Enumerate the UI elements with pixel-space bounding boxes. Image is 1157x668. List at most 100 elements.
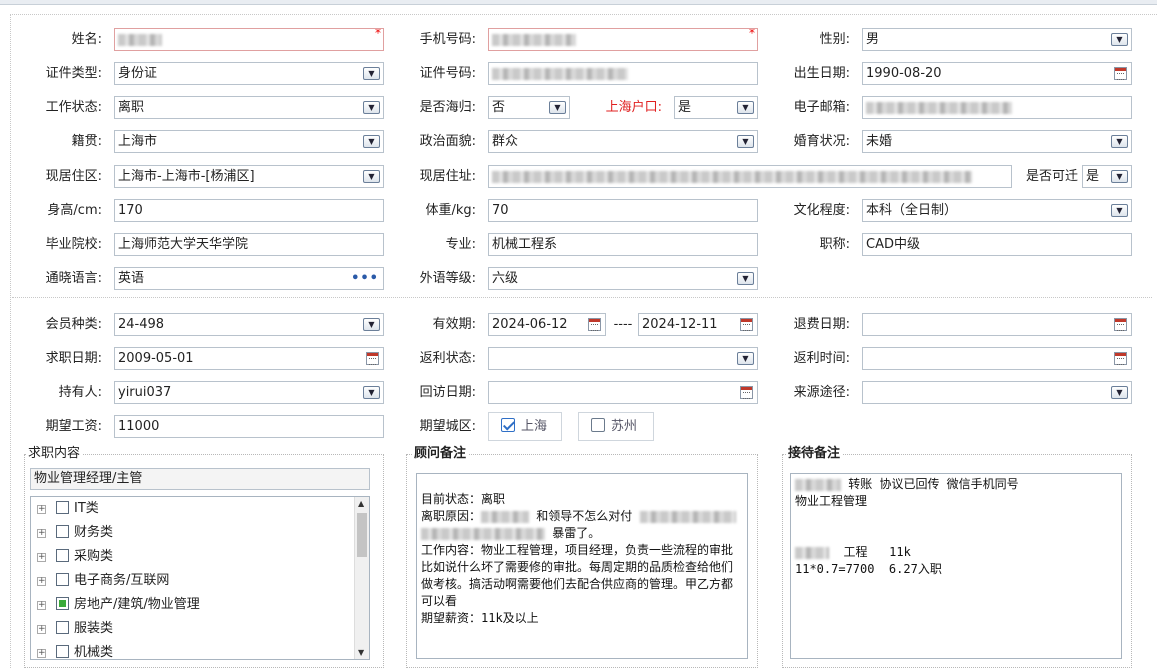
selected-job-field[interactable]: 物业管理经理/主管: [30, 468, 370, 490]
native-select[interactable]: 上海市 ▼: [114, 130, 384, 153]
expand-icon[interactable]: +: [37, 505, 46, 514]
political-select[interactable]: 群众 ▼: [488, 130, 758, 153]
school-value: 上海师范大学天华学院: [118, 237, 249, 252]
checkbox-icon[interactable]: [56, 645, 69, 658]
job-date-label: 求职日期:: [45, 351, 102, 366]
validity-end-field[interactable]: 2024-12-11: [638, 313, 758, 336]
calendar-icon[interactable]: [366, 352, 379, 365]
movable-select[interactable]: 是 ▼: [1082, 165, 1132, 188]
checkbox-icon[interactable]: [56, 525, 69, 538]
scroll-up-icon[interactable]: ▲: [358, 499, 364, 508]
work-status-select[interactable]: 离职 ▼: [114, 96, 384, 119]
tree-scrollbar[interactable]: ▲ ▼: [354, 497, 369, 659]
chevron-down-icon[interactable]: ▼: [363, 170, 380, 183]
overseas-select[interactable]: 否 ▼: [488, 96, 570, 119]
name-field[interactable]: *: [114, 28, 384, 51]
height-field[interactable]: 170: [114, 199, 384, 222]
chevron-down-icon[interactable]: ▼: [737, 272, 754, 285]
education-select[interactable]: 本科（全日制） ▼: [862, 199, 1132, 222]
chevron-down-icon[interactable]: ▼: [363, 318, 380, 331]
chevron-down-icon[interactable]: ▼: [363, 101, 380, 114]
chevron-down-icon[interactable]: ▼: [1111, 204, 1128, 217]
chevron-down-icon[interactable]: ▼: [737, 135, 754, 148]
checkbox-icon[interactable]: [56, 549, 69, 562]
tree-node[interactable]: + 房地产/建筑/物业管理: [37, 595, 200, 615]
chevron-down-icon[interactable]: ▼: [737, 101, 754, 114]
tree-node[interactable]: + IT类: [37, 499, 99, 519]
checkbox-icon[interactable]: [56, 621, 69, 634]
district-select[interactable]: 上海市-上海市-[杨浦区] ▼: [114, 165, 384, 188]
checkbox-partial-icon[interactable]: [56, 597, 69, 610]
job-category-tree[interactable]: + IT类 + 财务类 + 采购类 + 电子商务/互联网 + 房地产/建筑/物业管理 + 服…: [30, 496, 370, 660]
title-field[interactable]: CAD中级: [862, 233, 1132, 256]
salary-field[interactable]: 11000: [114, 415, 384, 438]
chevron-down-icon[interactable]: ▼: [1111, 386, 1128, 399]
reception-notes-textarea[interactable]: 转账 协议已回传 微信手机同号 物业工程管理 工程 11k 11*0.7=7700 …: [790, 473, 1122, 659]
gender-select[interactable]: 男 ▼: [862, 28, 1132, 51]
tree-node[interactable]: + 服装类: [37, 619, 113, 639]
expand-icon[interactable]: +: [37, 577, 46, 586]
birth-date-field[interactable]: 1990-08-20: [862, 62, 1132, 85]
holder-select[interactable]: yirui037 ▼: [114, 381, 384, 404]
tree-node-label: IT类: [74, 501, 99, 516]
calendar-icon[interactable]: [1114, 352, 1127, 365]
tree-node[interactable]: + 电子商务/互联网: [37, 571, 169, 591]
rebate-status-select[interactable]: ▼: [488, 347, 758, 370]
validity-start-field[interactable]: 2024-06-12: [488, 313, 606, 336]
chevron-down-icon[interactable]: ▼: [1111, 135, 1128, 148]
lang-level-select[interactable]: 六级 ▼: [488, 267, 758, 290]
address-field[interactable]: [488, 165, 1012, 188]
expand-icon[interactable]: +: [37, 601, 46, 610]
chevron-down-icon[interactable]: ▼: [549, 101, 566, 114]
expand-icon[interactable]: +: [37, 529, 46, 538]
language-value: 英语: [118, 271, 145, 286]
chevron-down-icon[interactable]: ▼: [737, 352, 754, 365]
chevron-down-icon[interactable]: ▼: [363, 135, 380, 148]
marital-select[interactable]: 未婚 ▼: [862, 130, 1132, 153]
chevron-down-icon[interactable]: ▼: [363, 386, 380, 399]
city-checkbox-shanghai[interactable]: 上海: [488, 412, 562, 441]
member-type-select[interactable]: 24-498 ▼: [114, 313, 384, 336]
city-checkbox-suzhou[interactable]: 苏州: [578, 412, 654, 441]
calendar-icon[interactable]: [740, 318, 753, 331]
tree-node[interactable]: + 财务类: [37, 523, 113, 543]
calendar-icon[interactable]: [1114, 318, 1127, 331]
id-no-field[interactable]: [488, 62, 758, 85]
expand-icon[interactable]: +: [37, 649, 46, 658]
language-field[interactable]: 英语 •••: [114, 267, 384, 290]
note-line: 物业工程管理: [795, 494, 868, 508]
rebate-time-field[interactable]: [862, 347, 1132, 370]
sh-hukou-select[interactable]: 是 ▼: [674, 96, 758, 119]
movable-value: 是: [1086, 169, 1100, 184]
refund-date-field[interactable]: [862, 313, 1132, 336]
validity-end-value: 2024-12-11: [642, 317, 718, 332]
tree-node[interactable]: + 采购类: [37, 547, 113, 567]
revisit-date-field[interactable]: [488, 381, 758, 404]
redacted-text: [866, 101, 1012, 114]
calendar-icon[interactable]: [1114, 67, 1127, 80]
work-status-value: 离职: [118, 100, 145, 115]
checkbox-icon[interactable]: [56, 501, 69, 514]
id-type-select[interactable]: 身份证 ▼: [114, 62, 384, 85]
expand-icon[interactable]: +: [37, 625, 46, 634]
checkbox-icon[interactable]: [56, 573, 69, 586]
redacted-text: [118, 33, 162, 46]
expand-icon[interactable]: +: [37, 553, 46, 562]
calendar-icon[interactable]: [588, 318, 601, 331]
scroll-down-icon[interactable]: ▼: [358, 648, 364, 657]
chevron-down-icon[interactable]: ▼: [1111, 33, 1128, 46]
source-select[interactable]: ▼: [862, 381, 1132, 404]
major-field[interactable]: 机械工程系: [488, 233, 758, 256]
email-field[interactable]: [862, 96, 1132, 119]
job-date-field[interactable]: 2009-05-01: [114, 347, 384, 370]
school-field[interactable]: 上海师范大学天华学院: [114, 233, 384, 256]
calendar-icon[interactable]: [740, 386, 753, 399]
chevron-down-icon[interactable]: ▼: [363, 67, 380, 80]
weight-field[interactable]: 70: [488, 199, 758, 222]
tree-node[interactable]: + 机械类: [37, 643, 113, 659]
advisor-notes-textarea[interactable]: 目前状态：离职 离职原因： 和领导不怎么对付 暴雷了。 工作内容：物业工程管理，项目…: [416, 473, 748, 659]
chevron-down-icon[interactable]: ▼: [1111, 170, 1128, 183]
scroll-thumb[interactable]: [357, 513, 367, 557]
more-icon[interactable]: •••: [351, 268, 379, 289]
phone-field[interactable]: *: [488, 28, 758, 51]
